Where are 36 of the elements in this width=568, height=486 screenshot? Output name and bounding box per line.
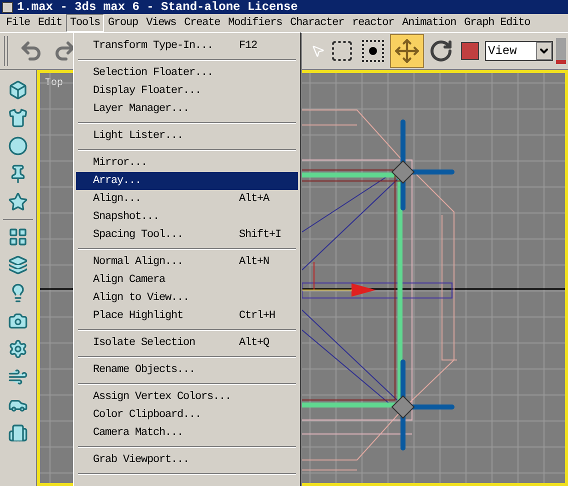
menu-bar-item[interactable]: Views [142, 14, 180, 32]
menu-item[interactable]: Light Lister... [76, 127, 298, 145]
menu-item[interactable]: Align Camera [76, 271, 298, 289]
menu-bar-item[interactable]: Edit [34, 14, 66, 32]
menu-item[interactable]: Grab Viewport... [76, 451, 298, 469]
move-button[interactable] [390, 34, 424, 68]
menu-bar-item[interactable]: Animation [398, 14, 460, 32]
menu-item[interactable]: Array... [76, 172, 298, 190]
menu-bar-item[interactable]: Create [180, 14, 224, 32]
menu-bar-item[interactable]: File [2, 14, 34, 32]
menu-item[interactable]: Layer Manager... [76, 100, 298, 118]
menu-bar-item[interactable]: reactor [348, 14, 398, 32]
menu-item[interactable]: Mirror... [76, 154, 298, 172]
menu-item[interactable]: Place Highlight Ctrl+H [76, 307, 298, 325]
menu-item[interactable]: Snapshot... [76, 208, 298, 226]
menu-item[interactable]: Spacing Tool... Shift+I [76, 226, 298, 244]
menu-bar-item[interactable]: Tools [66, 14, 104, 32]
menu-bar-item[interactable]: Modifiers [224, 14, 286, 32]
menu-item[interactable]: Color Clipboard... [76, 406, 298, 424]
menu-item[interactable]: Align... Alt+A [76, 190, 298, 208]
render-icon[interactable] [556, 38, 566, 64]
menu-item[interactable]: Isolate Selection Alt+Q [76, 334, 298, 352]
menu-item[interactable]: Normal Align... Alt+N [76, 253, 298, 271]
menu-bar-item[interactable]: Group [104, 14, 142, 32]
menu-item[interactable]: Assign Vertex Colors... [76, 388, 298, 406]
cursor-icon [311, 44, 325, 58]
menu-bar-item[interactable]: Graph Edito [460, 14, 534, 32]
menu-bar-item[interactable]: Character [286, 14, 348, 32]
window-title: 1.max - 3ds max 6 - Stand-alone License [17, 0, 298, 14]
menu-item[interactable]: Rename Objects... [76, 361, 298, 379]
menu-item[interactable]: Transform Type-In... F12 [76, 37, 298, 55]
menu-item[interactable]: Camera Match... [76, 424, 298, 442]
menu-item[interactable]: Display Floater... [76, 82, 298, 100]
menu-item[interactable]: Align to View... [76, 289, 298, 307]
view-dropdown[interactable]: View [485, 41, 553, 61]
toolbar-grip [4, 36, 8, 66]
